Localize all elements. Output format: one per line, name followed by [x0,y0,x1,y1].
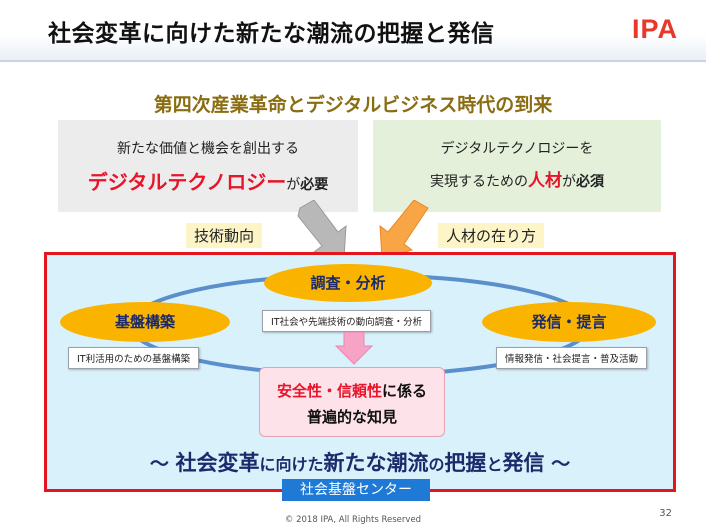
gray-down-arrow-icon [297,200,347,259]
copyright: © 2018 IPA, All Rights Reserved [284,515,422,525]
box-left-line2: デジタルテクノロジーが必要 [58,166,358,195]
slogan-part9: 発信 [502,451,545,475]
box-left-connector: が [286,177,301,193]
slogan-part3: 向けた [275,455,324,474]
box-right-tail: 必須 [576,174,604,190]
box-right-line1: デジタルテクノロジーを [440,141,594,157]
box-left-emphasis: デジタルテクノロジー [87,170,287,194]
knowledge-line2: 普遍的な知見 [306,408,397,426]
slogan-part4: 新たな [323,451,387,475]
pink-down-arrow-icon [334,332,374,365]
slogan-part2: に [259,455,276,474]
knowledge-emphasis: 安全性・信頼性 [276,382,382,400]
slide-subtitle: 第四次産業革命とデジタルビジネス時代の到来 [153,94,553,116]
note-dissemination: 情報発信・社会提言・普及活動 [496,347,648,369]
knowledge-line1: 安全性・信頼性に係る [260,380,444,401]
orange-down-arrow-icon [379,200,429,259]
center-name-label: 社会基盤センター [282,479,430,501]
slogan: ～ 社会変革に向けた新たな潮流の把握と発信 ～ [44,447,676,477]
box-right-connector: が [562,174,576,190]
slogan-part6: の [428,455,445,474]
box-right-line2: 実現するための人材が必須 [373,166,661,191]
box-right-prefix: 実現するための [430,174,528,190]
tag-technology-trends: 技術動向 [186,223,263,248]
slide-title: 社会変革に向けた新たな潮流の把握と発信 [48,21,495,47]
note-infrastructure: IT利活用のための基盤構築 [68,347,200,369]
slogan-part7: 把握 [444,451,487,475]
note-research: IT社会や先端技術の動向調査・分析 [262,310,432,332]
tag-talent: 人材の在り方 [438,223,545,248]
pill-dissemination: 発信・提言 [482,302,656,342]
talent-box: デジタルテクノロジーを 実現するための人材が必須 [373,120,661,212]
slogan-tilde-right: ～ [551,453,571,475]
pill-research-analysis: 調査・分析 [264,264,432,302]
box-left-tail: 必要 [300,177,329,193]
box-left-line1: 新たな価値と機会を創出する [117,141,299,157]
slogan-part1: 社会変革 [175,451,260,475]
knowledge-connector: に係る [382,382,428,400]
ipa-logo: IPA [631,14,678,44]
title-divider [0,60,706,62]
slogan-tilde-left: ～ [149,453,169,475]
slogan-part5: 潮流 [386,451,429,475]
slogan-part8: と [486,455,503,474]
pill-infrastructure: 基盤構築 [60,302,230,342]
knowledge-box: 安全性・信頼性に係る 普遍的な知見 [259,367,445,437]
box-right-emphasis: 人材 [528,171,562,191]
page-number: 32 [659,508,672,519]
digital-technology-box: 新たな価値と機会を創出する デジタルテクノロジーが必要 [58,120,358,212]
